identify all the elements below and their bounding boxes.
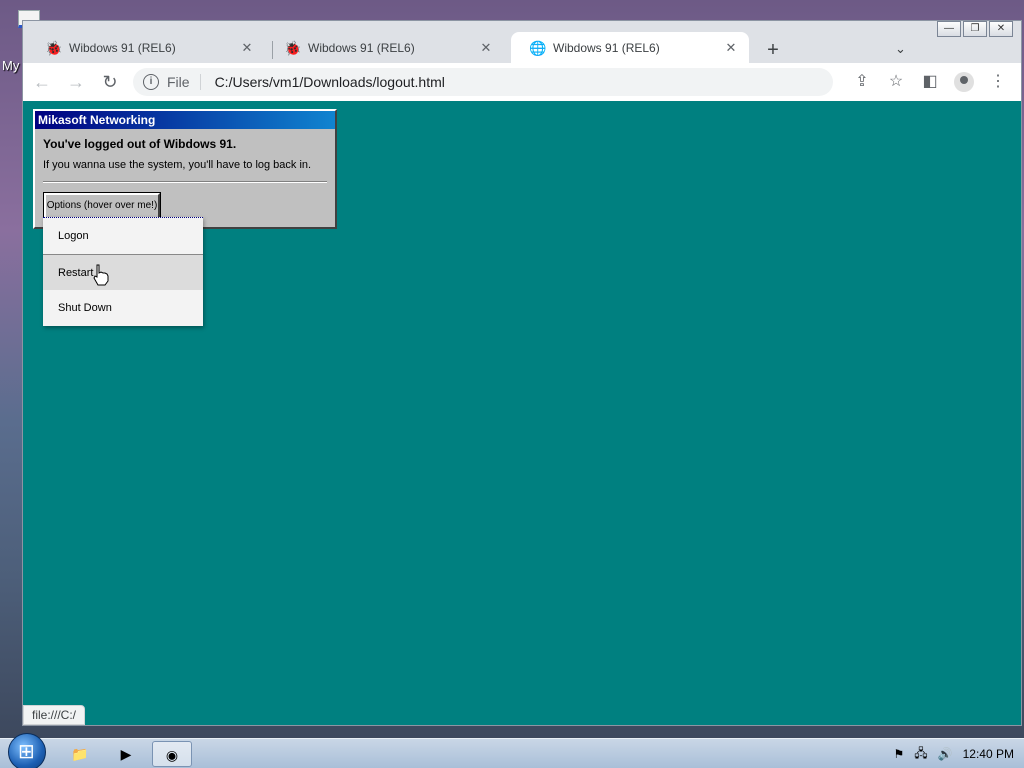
action-center-flag-icon[interactable]: ⚑	[894, 747, 905, 761]
menu-item-logon[interactable]: Logon	[43, 218, 203, 254]
tab-search-chevron-icon[interactable]: ⌄	[895, 41, 906, 57]
menu-item-restart[interactable]: Restart	[43, 254, 203, 290]
back-arrow-icon[interactable]: ←	[27, 67, 57, 97]
file-explorer-icon[interactable]: 📁	[60, 741, 100, 767]
volume-icon[interactable]: 🔊	[938, 747, 953, 761]
browser-window: — ❐ ✕ 🐞 Wibdows 91 (REL6) ✕ 🐞 Wibdows 91…	[22, 20, 1022, 726]
system-tray: ⚑ 🖧 🔊 12:40 PM	[894, 739, 1014, 768]
new-tab-button[interactable]: +	[761, 39, 785, 62]
toolbar-actions: ⇪ ☆ ◧ ⋮	[847, 67, 1013, 97]
status-bar-url: file:///C:/	[23, 705, 86, 725]
tab-title: Wibdows 91 (REL6)	[69, 41, 176, 55]
menu-item-shut-down[interactable]: Shut Down	[43, 290, 203, 326]
reload-icon[interactable]: ↻	[95, 67, 125, 97]
chrome-icon[interactable]: ◉	[152, 741, 192, 767]
browser-toolbar: ← → ↻ i File C:/Users/vm1/Downloads/logo…	[23, 63, 1021, 101]
tab-3-active[interactable]: 🌐 Wibdows 91 (REL6) ✕	[511, 32, 749, 64]
menu-kebab-icon[interactable]: ⋮	[983, 67, 1013, 97]
address-url[interactable]: C:/Users/vm1/Downloads/logout.html	[215, 74, 445, 90]
forward-arrow-icon[interactable]: →	[61, 67, 91, 97]
close-icon[interactable]: ✕	[239, 40, 255, 56]
globe-icon: 🌐	[529, 40, 547, 56]
profile-avatar-icon[interactable]	[954, 72, 974, 92]
tab-2[interactable]: 🐞 Wibdows 91 (REL6) ✕	[266, 32, 504, 64]
tab-1[interactable]: 🐞 Wibdows 91 (REL6) ✕	[27, 32, 265, 64]
share-icon[interactable]: ⇪	[847, 67, 877, 97]
media-player-icon[interactable]: ▶	[106, 741, 146, 767]
tab-strip: 🐞 Wibdows 91 (REL6) ✕ 🐞 Wibdows 91 (REL6…	[23, 29, 1021, 64]
close-icon[interactable]: ✕	[723, 40, 739, 56]
bookmark-star-icon[interactable]: ☆	[881, 67, 911, 97]
address-bar[interactable]: i File C:/Users/vm1/Downloads/logout.htm…	[133, 68, 833, 96]
close-icon[interactable]: ✕	[478, 40, 494, 56]
dialog-title: Mikasoft Networking	[35, 111, 335, 129]
options-button[interactable]: Options (hover over me!)	[43, 192, 161, 220]
hand-cursor-icon	[93, 264, 109, 286]
taskbar: 📁 ▶ ◉ ⚑ 🖧 🔊 12:40 PM	[0, 733, 1024, 768]
tab-title: Wibdows 91 (REL6)	[553, 41, 660, 55]
wibdows-favicon-icon: 🐞	[284, 40, 302, 56]
options-menu: Logon Restart Shut Down	[43, 217, 203, 326]
address-scheme: File	[167, 74, 201, 90]
side-panel-icon[interactable]: ◧	[915, 67, 945, 97]
clock[interactable]: 12:40 PM	[963, 747, 1014, 761]
start-button[interactable]	[8, 733, 46, 768]
network-icon[interactable]: 🖧	[914, 744, 927, 765]
dialog-heading: You've logged out of Wibdows 91.	[43, 137, 237, 151]
logout-dialog: Mikasoft Networking You've logged out of…	[33, 109, 337, 229]
wibdows-favicon-icon: 🐞	[45, 40, 63, 56]
tab-title: Wibdows 91 (REL6)	[308, 41, 415, 55]
page-viewport: Mikasoft Networking You've logged out of…	[23, 101, 1021, 725]
desktop-icon-label: My	[2, 58, 20, 73]
dialog-message: If you wanna use the system, you'll have…	[43, 159, 312, 171]
info-icon[interactable]: i	[143, 74, 159, 90]
dialog-divider	[43, 181, 327, 183]
